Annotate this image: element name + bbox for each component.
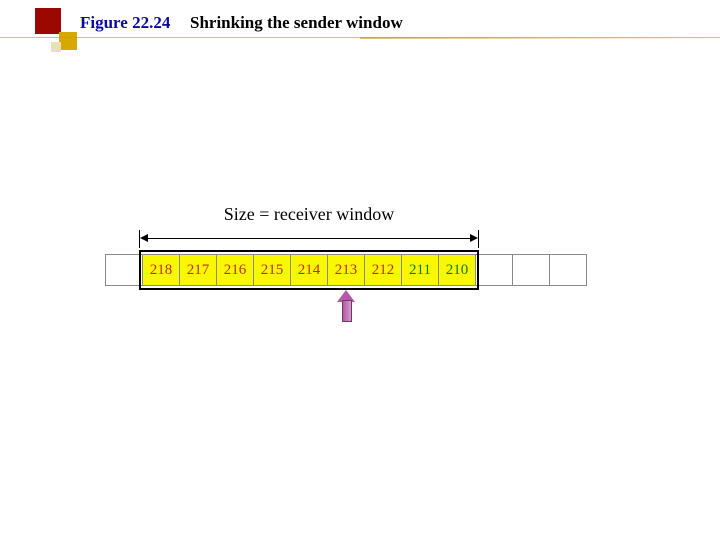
- byte-strip: 218217216215214213212211210: [105, 254, 587, 286]
- byte-cell: 215: [253, 254, 291, 286]
- byte-cell: 218: [142, 254, 180, 286]
- byte-cell: [105, 254, 143, 286]
- byte-cell: [475, 254, 513, 286]
- byte-cell: [549, 254, 587, 286]
- window-size-label: Size = receiver window: [139, 204, 479, 225]
- byte-cell: 217: [179, 254, 217, 286]
- byte-cell: 211: [401, 254, 439, 286]
- byte-cell: 213: [327, 254, 365, 286]
- byte-cell: 212: [364, 254, 402, 286]
- figure-number: Figure 22.24: [80, 13, 170, 33]
- next-byte-pointer: [338, 290, 354, 322]
- byte-cell: 216: [216, 254, 254, 286]
- sender-window-diagram: Size = receiver window 21821721621521421…: [0, 210, 720, 360]
- corner-logo: [35, 8, 77, 50]
- byte-cell: 210: [438, 254, 476, 286]
- slide-header: Figure 22.24 Shrinking the sender window: [0, 0, 720, 50]
- byte-cell: 214: [290, 254, 328, 286]
- window-size-bracket: [139, 230, 479, 248]
- figure-caption: Shrinking the sender window: [190, 13, 403, 33]
- byte-cell: [512, 254, 550, 286]
- header-divider-fade: [360, 37, 720, 39]
